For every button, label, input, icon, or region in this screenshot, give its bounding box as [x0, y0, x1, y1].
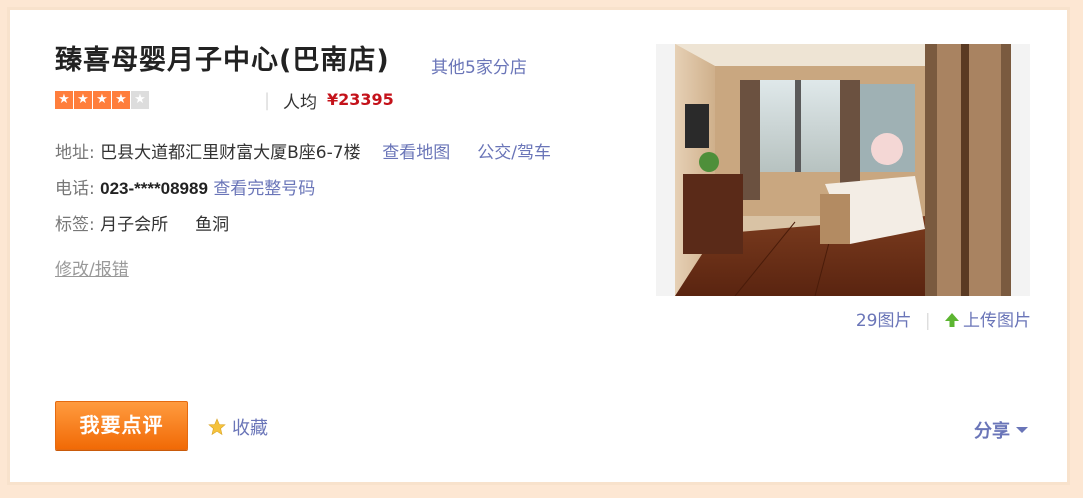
transit-link[interactable]: 公交/驾车: [477, 143, 551, 163]
address-label: 地址:: [55, 143, 95, 163]
other-branches-link[interactable]: 其他5家分店: [431, 53, 527, 78]
divider: |: [264, 90, 271, 111]
star-icon: ★: [112, 91, 130, 109]
rating-stars: ★ ★ ★ ★ ★: [55, 91, 149, 109]
star-empty-icon: ★: [131, 91, 149, 109]
upload-arrow-icon: [945, 313, 959, 327]
room-photo-image: [675, 44, 1011, 296]
avg-price-label: 人均: [283, 93, 317, 113]
view-full-number-link[interactable]: 查看完整号码: [213, 179, 315, 199]
share-label: 分享: [974, 421, 1010, 442]
share-button[interactable]: 分享: [974, 417, 1028, 443]
favorite-label: 收藏: [232, 418, 268, 439]
avg-price-value: ¥23395: [327, 90, 394, 109]
view-map-link[interactable]: 查看地图: [382, 143, 450, 163]
phone-number: 023-****08989: [100, 179, 208, 198]
edit-report-link[interactable]: 修改/报错: [55, 255, 129, 280]
star-icon: ★: [55, 91, 73, 109]
star-icon: ★: [74, 91, 92, 109]
photo-frame: [656, 44, 1030, 296]
tag-item[interactable]: 鱼洞: [195, 215, 229, 235]
photo-count-link[interactable]: 29图片: [856, 311, 912, 331]
shop-name: 臻喜母婴月子中心(巴南店): [55, 45, 390, 76]
phone-row: 电话: 023-****08989 查看完整号码: [55, 174, 315, 199]
chevron-down-icon: [1016, 427, 1028, 433]
photo-meta: 29图片 | 上传图片: [856, 306, 1031, 331]
tags-label: 标签:: [55, 215, 95, 235]
star-icon: [208, 418, 226, 436]
write-review-button[interactable]: 我要点评: [55, 401, 188, 450]
upload-photo-label: 上传图片: [963, 311, 1031, 331]
star-icon: ★: [93, 91, 111, 109]
shop-photo[interactable]: [675, 44, 1011, 296]
phone-label: 电话:: [55, 179, 95, 199]
tag-item[interactable]: 月子会所: [100, 215, 168, 235]
divider: |: [924, 311, 931, 331]
address-row: 地址: 巴县大道都汇里财富大厦B座6-7楼 查看地图 公交/驾车: [55, 138, 551, 163]
address-value: 巴县大道都汇里财富大厦B座6-7楼: [100, 143, 361, 163]
upload-photo-link[interactable]: 上传图片: [944, 311, 1031, 331]
favorite-button[interactable]: 收藏: [208, 414, 268, 440]
tags-row: 标签: 月子会所 鱼洞: [55, 210, 229, 235]
